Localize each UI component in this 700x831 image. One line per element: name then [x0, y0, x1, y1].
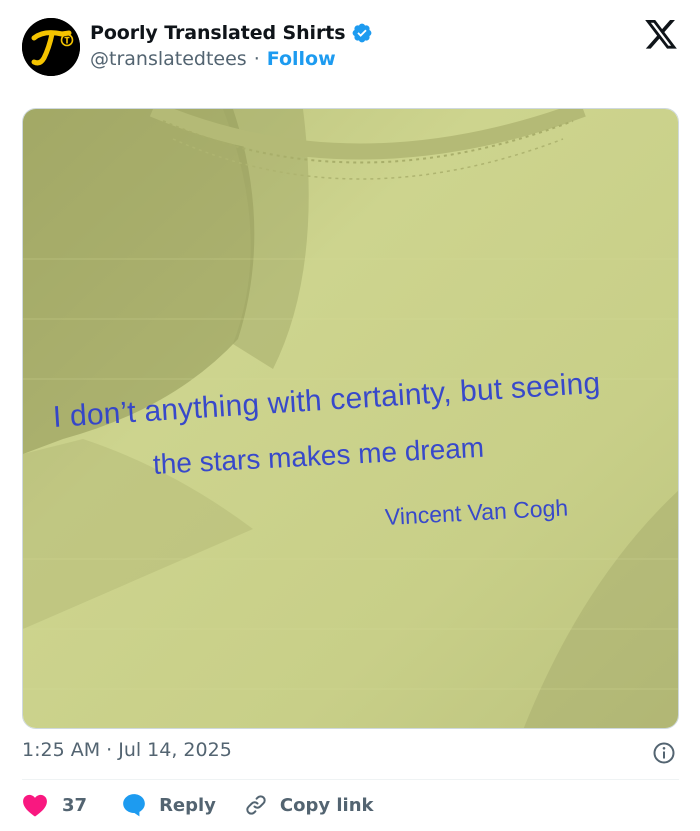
- author-avatar[interactable]: [22, 18, 80, 76]
- info-icon[interactable]: [652, 741, 676, 765]
- reply-label: Reply: [159, 794, 216, 816]
- post-timestamp[interactable]: 1:25 AM · Jul 14, 2025: [22, 739, 232, 761]
- x-logo-icon[interactable]: [645, 20, 677, 49]
- like-button[interactable]: 37: [22, 793, 87, 817]
- post-media-image[interactable]: I don’t anything with certainty, but see…: [22, 108, 679, 729]
- separator-dot: ·: [253, 48, 260, 70]
- reply-bubble-icon: [123, 794, 145, 817]
- author-display-name[interactable]: Poorly Translated Shirts: [90, 22, 346, 44]
- author-name-row: Poorly Translated Shirts: [90, 22, 373, 44]
- author-handle-row: @translatedtees · Follow: [90, 48, 336, 70]
- verified-badge-icon: [353, 23, 372, 43]
- translated-tees-logo-icon: [22, 18, 80, 76]
- post-actions-bar: 37 Reply Copy link: [22, 790, 374, 820]
- heart-icon: [23, 794, 47, 817]
- follow-button[interactable]: Follow: [267, 48, 336, 70]
- copy-link-label: Copy link: [279, 794, 374, 816]
- author-handle[interactable]: @translatedtees: [90, 48, 247, 70]
- embedded-post-card: Poorly Translated Shirts @translatedtees…: [0, 0, 700, 831]
- copy-link-button[interactable]: Copy link: [244, 793, 374, 817]
- link-icon: [246, 795, 266, 815]
- divider: [22, 779, 679, 780]
- like-count: 37: [62, 794, 88, 816]
- reply-button[interactable]: Reply: [121, 792, 216, 818]
